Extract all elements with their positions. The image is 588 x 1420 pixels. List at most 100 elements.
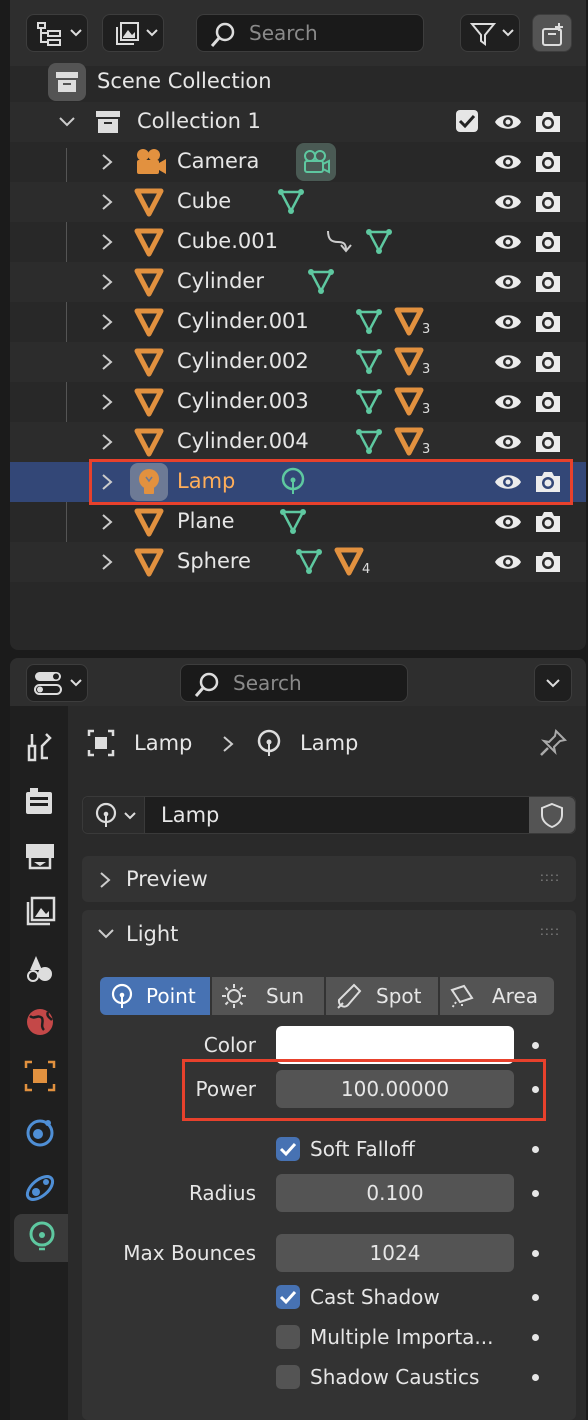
light-type-point[interactable]: Point xyxy=(100,977,210,1015)
chevron-right-icon[interactable] xyxy=(100,512,114,532)
eye-icon[interactable] xyxy=(494,191,522,213)
collection-row[interactable]: Collection 1 xyxy=(10,102,586,142)
eye-icon[interactable] xyxy=(494,551,522,573)
outliner-row-cylinder[interactable]: Cylinder xyxy=(10,262,586,302)
mesh-data-icon[interactable] xyxy=(306,266,336,296)
outliner-row-plane[interactable]: Plane xyxy=(10,502,586,542)
tab-physics[interactable] xyxy=(20,1112,60,1152)
camera-render-icon[interactable] xyxy=(534,150,562,174)
mesh-object-icon[interactable] xyxy=(394,426,424,456)
chevron-right-icon[interactable] xyxy=(100,392,114,412)
chevron-right-icon[interactable] xyxy=(100,352,114,372)
tab-light-data[interactable] xyxy=(14,1214,68,1262)
camera-render-icon[interactable] xyxy=(534,430,562,454)
chevron-right-icon[interactable] xyxy=(100,152,114,172)
tab-render[interactable] xyxy=(20,782,60,822)
display-mode-button[interactable] xyxy=(102,14,164,52)
outliner-row-camera[interactable]: Camera xyxy=(10,142,586,182)
new-collection-button[interactable] xyxy=(532,14,572,52)
browse-light-button[interactable] xyxy=(83,797,145,833)
drag-handle-icon[interactable]: :::: xyxy=(540,924,560,938)
eye-icon[interactable] xyxy=(494,351,522,373)
tab-scene[interactable] xyxy=(20,948,60,988)
outliner-search-input[interactable]: Search xyxy=(196,14,424,52)
camera-render-icon[interactable] xyxy=(534,110,562,134)
mesh-data-icon[interactable] xyxy=(364,226,394,256)
mesh-data-icon[interactable] xyxy=(354,346,384,376)
mesh-object-icon[interactable] xyxy=(394,346,424,376)
mesh-object-icon[interactable] xyxy=(394,306,424,336)
mesh-data-icon[interactable] xyxy=(354,306,384,336)
radius-field[interactable]: 0.100 xyxy=(276,1174,514,1212)
chevron-right-icon[interactable] xyxy=(100,232,114,252)
editor-type-button[interactable] xyxy=(26,664,88,702)
drag-handle-icon[interactable]: :::: xyxy=(540,870,560,884)
camera-render-icon[interactable] xyxy=(534,190,562,214)
keyframe-dot[interactable] xyxy=(532,1190,539,1197)
tab-constraints[interactable] xyxy=(20,1168,60,1208)
soft-falloff-checkbox[interactable] xyxy=(276,1137,300,1161)
mesh-data-icon[interactable] xyxy=(294,546,324,576)
outliner-row-cylinder-003[interactable]: Cylinder.003 3 xyxy=(10,382,586,422)
outliner-row-cube-001[interactable]: Cube.001 xyxy=(10,222,586,262)
tab-output[interactable] xyxy=(20,836,60,876)
keyframe-dot[interactable] xyxy=(532,1374,539,1381)
properties-search-input[interactable]: Search xyxy=(180,664,408,702)
mesh-data-icon[interactable] xyxy=(278,506,308,536)
mesh-object-icon[interactable] xyxy=(394,386,424,416)
keyframe-dot[interactable] xyxy=(532,1250,539,1257)
options-dropdown-button[interactable] xyxy=(534,664,572,702)
outliner-row-cylinder-004[interactable]: Cylinder.004 3 xyxy=(10,422,586,462)
camera-render-icon[interactable] xyxy=(534,230,562,254)
exclude-checkbox[interactable] xyxy=(456,110,478,132)
eye-icon[interactable] xyxy=(494,231,522,253)
keyframe-dot[interactable] xyxy=(532,1042,539,1049)
chevron-right-icon[interactable] xyxy=(100,432,114,452)
outliner-row-sphere[interactable]: Sphere 4 xyxy=(10,542,586,582)
mesh-data-icon[interactable] xyxy=(276,186,306,216)
datablock-name-field[interactable]: Lamp xyxy=(161,803,219,827)
shadow-caustics-checkbox[interactable] xyxy=(276,1365,300,1389)
light-type-spot[interactable]: Spot xyxy=(326,977,438,1015)
camera-data-icon-bg[interactable] xyxy=(296,143,336,181)
eye-icon[interactable] xyxy=(494,111,522,133)
tab-object[interactable] xyxy=(20,1056,60,1096)
keyframe-dot[interactable] xyxy=(532,1294,539,1301)
chevron-right-icon[interactable] xyxy=(100,192,114,212)
pin-icon[interactable] xyxy=(538,728,568,758)
camera-render-icon[interactable] xyxy=(534,550,562,574)
tab-world[interactable] xyxy=(20,1002,60,1042)
keyframe-dot[interactable] xyxy=(532,1334,539,1341)
light-type-area[interactable]: Area xyxy=(440,977,554,1015)
eye-icon[interactable] xyxy=(494,311,522,333)
camera-render-icon[interactable] xyxy=(534,390,562,414)
editor-type-button[interactable] xyxy=(26,14,88,52)
max-bounces-field[interactable]: 1024 xyxy=(276,1234,514,1272)
camera-render-icon[interactable] xyxy=(534,270,562,294)
mesh-object-icon[interactable] xyxy=(334,546,364,576)
eye-icon[interactable] xyxy=(494,271,522,293)
chevron-right-icon[interactable] xyxy=(100,312,114,332)
mesh-data-icon[interactable] xyxy=(354,386,384,416)
eye-icon[interactable] xyxy=(494,151,522,173)
chevron-right-icon[interactable] xyxy=(100,272,114,292)
multiple-importance-checkbox[interactable] xyxy=(276,1325,300,1349)
fake-user-button[interactable] xyxy=(529,797,575,833)
tab-tool[interactable] xyxy=(20,728,60,768)
outliner-row-cylinder-002[interactable]: Cylinder.002 3 xyxy=(10,342,586,382)
preview-panel-header[interactable]: Preview :::: xyxy=(82,856,576,902)
outliner-row-cylinder-001[interactable]: Cylinder.001 3 xyxy=(10,302,586,342)
eye-icon[interactable] xyxy=(494,431,522,453)
light-type-sun[interactable]: Sun xyxy=(212,977,324,1015)
scene-collection-row[interactable]: Scene Collection xyxy=(10,62,586,102)
camera-render-icon[interactable] xyxy=(534,510,562,534)
chevron-down-icon[interactable] xyxy=(58,114,76,130)
keyframe-dot[interactable] xyxy=(532,1146,539,1153)
eye-icon[interactable] xyxy=(494,511,522,533)
eye-icon[interactable] xyxy=(494,391,522,413)
camera-render-icon[interactable] xyxy=(534,310,562,334)
outliner-row-cube[interactable]: Cube xyxy=(10,182,586,222)
cast-shadow-checkbox[interactable] xyxy=(276,1285,300,1309)
mesh-data-icon[interactable] xyxy=(354,426,384,456)
tab-view-layer[interactable] xyxy=(20,892,60,932)
